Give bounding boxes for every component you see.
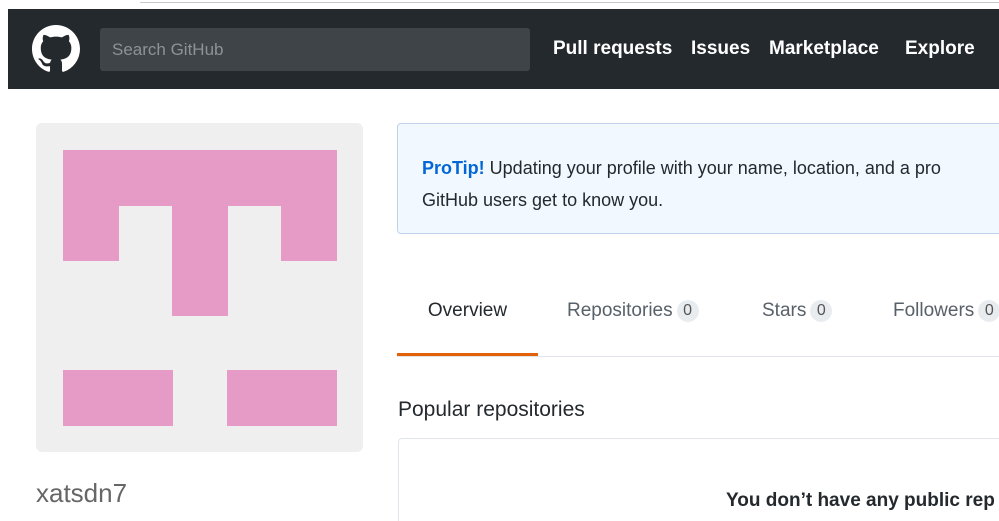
tab-followers-label: Followers bbox=[893, 300, 975, 321]
tab-overview-label: Overview bbox=[427, 300, 508, 321]
protip-text-line1: Updating your profile with your name, lo… bbox=[484, 158, 941, 178]
nav-marketplace[interactable]: Marketplace bbox=[769, 9, 879, 89]
github-octocat-icon[interactable] bbox=[32, 25, 80, 73]
search-placeholder: Search GitHub bbox=[112, 40, 224, 59]
protip-text-line2: GitHub users get to know you. bbox=[422, 190, 664, 210]
profile-tabs: Overview Repositories 0 Stars 0 Followers 0 bbox=[397, 290, 999, 357]
page: Search GitHub Pull requests Issues Marke… bbox=[0, 0, 999, 521]
avatar-block bbox=[63, 150, 337, 206]
profile-username: xatsdn7 bbox=[36, 478, 128, 508]
tab-repositories[interactable]: Repositories 0 bbox=[567, 290, 699, 357]
tab-overview[interactable]: Overview bbox=[397, 290, 538, 357]
browser-divider bbox=[140, 0, 999, 3]
nav-explore[interactable]: Explore bbox=[905, 9, 975, 89]
browser-top-edge bbox=[0, 0, 999, 9]
site-header: Search GitHub Pull requests Issues Marke… bbox=[8, 9, 999, 89]
avatar[interactable] bbox=[36, 123, 363, 452]
tab-stars[interactable]: Stars 0 bbox=[762, 290, 833, 357]
popular-repositories-heading: Popular repositories bbox=[398, 398, 585, 421]
active-tab-underline bbox=[397, 353, 538, 356]
avatar-block bbox=[63, 206, 119, 261]
stars-count-badge: 0 bbox=[810, 300, 833, 322]
search-input[interactable]: Search GitHub bbox=[100, 28, 530, 71]
avatar-block bbox=[63, 370, 173, 426]
empty-repositories-message: You don’t have any public rep bbox=[726, 490, 995, 511]
protip-label: ProTip! bbox=[422, 158, 485, 178]
tab-stars-label: Stars bbox=[762, 300, 807, 321]
nav-issues[interactable]: Issues bbox=[691, 9, 750, 89]
avatar-block bbox=[172, 206, 228, 316]
nav-pull-requests[interactable]: Pull requests bbox=[553, 9, 672, 89]
followers-count-badge: 0 bbox=[978, 300, 999, 322]
avatar-block bbox=[281, 206, 337, 261]
tab-followers[interactable]: Followers 0 bbox=[893, 290, 999, 357]
tab-repositories-label: Repositories bbox=[567, 300, 673, 321]
avatar-block bbox=[227, 370, 337, 426]
protip-banner: ProTip! Updating your profile with your … bbox=[397, 123, 999, 234]
repositories-count-badge: 0 bbox=[676, 300, 699, 322]
